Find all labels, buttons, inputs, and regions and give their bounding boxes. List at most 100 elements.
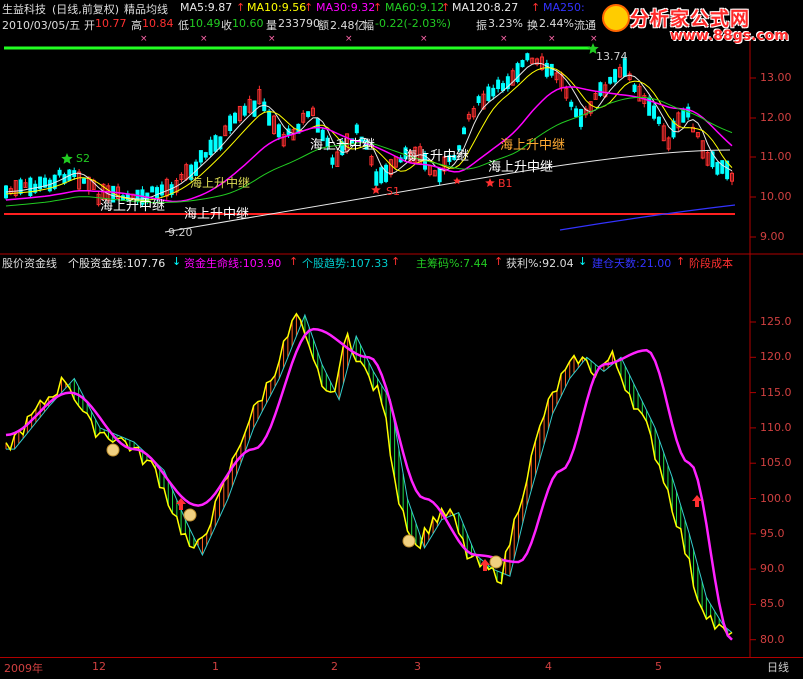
candle-body [384,164,389,182]
candle-body [228,115,233,132]
candle-body [379,167,384,184]
stock-trend-value: 个股趋势:107.33 [302,257,389,270]
money-bag-icon [489,555,503,569]
signal-b1: B1 [498,177,513,190]
candle-body [574,108,579,118]
indicator-lines [5,312,733,641]
signal-s2: S2 [76,152,90,165]
indicator-tick: 85.0 [760,597,785,611]
stock-fund-line-value: 个股资金线:107.76 [68,257,166,270]
candle-body [81,178,86,184]
stock-chart-canvas[interactable]: × × × × × × × × [0,0,803,678]
indicator-markers [106,443,702,571]
money-bag-icon [402,534,416,548]
indicator-tick: 115.0 [760,385,792,399]
candle-body [720,160,725,174]
indicator-tick: 90.0 [760,562,785,576]
candle-body [613,69,618,83]
price-axis [750,77,756,238]
price-tick: 13.00 [760,71,792,84]
candle-body [681,108,686,123]
time-label: 3 [414,660,421,673]
candle-body [208,139,213,156]
candle-body [252,100,257,117]
price-tick: 11.00 [760,150,792,163]
svg-text:×: × [140,34,148,44]
indicator-tick: 80.0 [760,632,785,646]
candle-body [462,127,467,135]
price-tick: 9.00 [760,230,785,243]
candle-body [150,186,155,193]
peak-price-label: 13.74 [596,50,628,63]
candle-body [491,87,496,97]
candle-body [632,84,637,93]
ma5-line [5,62,733,200]
annotation-1: 海上升中继 [100,199,166,214]
arrow-down-2: ↓ [578,255,588,268]
annotation-3: 海上升中继 [190,176,251,190]
money-bag-icon [106,443,120,457]
money-bag-icon [183,508,197,522]
star-s2-icon [61,153,73,164]
indicator-name-label: 股价资金线 [2,257,57,270]
annotation-2: 海上升中继 [184,207,250,222]
candle-body [496,79,501,90]
time-label: 12 [92,660,106,673]
profit-pct-value: 获利%:92.04 [506,257,574,270]
candle-body [267,110,272,126]
annotation-4: 海上升中继 [310,138,376,153]
svg-text:×: × [268,34,276,44]
candle-body [18,179,23,194]
svg-text:×: × [548,34,556,44]
candle-body [476,96,481,103]
arrow-up-4: ↑ [676,255,686,268]
candle-body [656,116,661,124]
candle-body [262,101,267,112]
candle-body [486,86,491,101]
indicator-tick: 105.0 [760,456,792,470]
arrow-up-1: ↑ [289,255,299,268]
candle-body [242,105,247,116]
annotation-5: 海上升中继 [404,149,470,164]
star-s1-icon [371,185,381,194]
ma250-line [559,204,736,231]
annotation-7: 海上升中继 [488,160,554,175]
site-logo: 分析家公式网 www.88gs.com [600,2,800,46]
signal-s1: S1 [386,185,400,198]
time-label: 4 [545,660,552,673]
position-days-value: 建仓天数:21.00 [592,257,672,270]
time-label: 5 [655,660,662,673]
indicator-tick: 110.0 [760,420,792,434]
price-tick: 10.00 [760,190,792,203]
candle-body [233,112,238,124]
svg-text:×: × [345,34,353,44]
candle-body [525,53,530,61]
top-x-marks: × × × × × × × × [140,34,598,44]
logo-icon [602,4,630,32]
star-b1-icon [485,178,495,187]
candle-body [276,124,281,138]
arrow-up-3: ↑ [494,255,504,268]
candle-body [28,177,33,197]
candlestick-series [4,52,734,208]
time-label: 2 [331,660,338,673]
candle-body [652,105,657,119]
time-label: 1 [212,660,219,673]
arrow-down-1: ↓ [172,255,182,268]
indicator-tick: 125.0 [760,315,792,328]
indicator-header: 股价资金线 个股资金线:107.76 ↓ 资金生命线:103.90 ↑ 个股趋势… [0,254,803,270]
low-price-label: 9.20 [168,226,193,239]
indicator-axis [750,321,756,641]
candle-body [354,124,359,134]
period-button[interactable]: 日线 [756,659,800,676]
candle-body [437,168,442,183]
candle-body [374,171,379,186]
arrow-up-2: ↑ [391,255,401,268]
candle-body [330,157,335,165]
candle-body [520,60,525,68]
candle-body [213,135,218,152]
candle-body [608,76,613,84]
fund-life-line-value: 资金生命线:103.90 [184,257,282,270]
stock-trend-line [6,313,733,633]
svg-text:×: × [500,34,508,44]
